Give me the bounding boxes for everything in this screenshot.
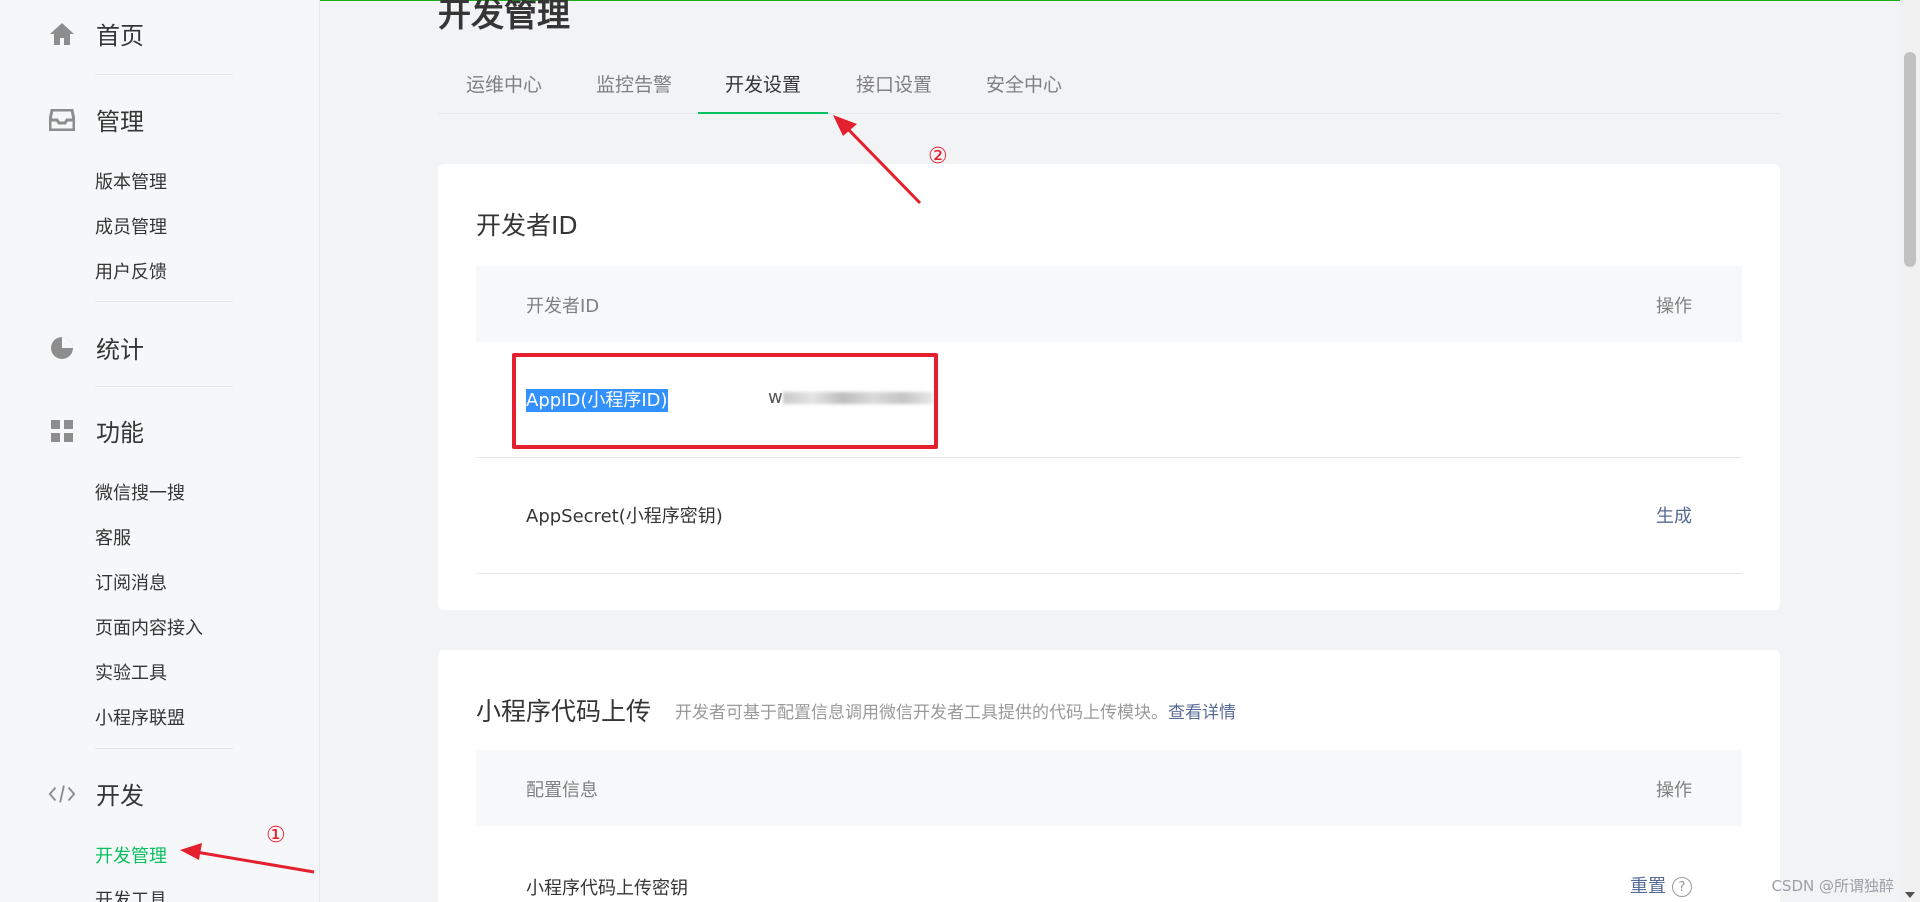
annotation-box — [512, 353, 938, 449]
column-header: 操作 — [1656, 296, 1692, 317]
card-title: 小程序代码上传 — [476, 697, 652, 726]
pie-chart-icon — [48, 334, 76, 362]
column-header: 操作 — [1656, 780, 1692, 801]
home-icon — [48, 20, 76, 48]
grid-icon — [48, 417, 76, 445]
description-text: 开发者可基于配置信息调用微信开发者工具提供的代码上传模块。 — [675, 703, 1168, 723]
tab-dev-settings[interactable]: 开发设置 — [698, 67, 828, 114]
reset-action: 重置? — [1630, 872, 1692, 898]
view-details-link[interactable]: 查看详情 — [1168, 703, 1236, 723]
inbox-icon — [48, 106, 76, 134]
annotation-number-one: ① — [266, 823, 286, 848]
vertical-scrollbar[interactable] — [1900, 0, 1920, 902]
sidebar-item-label: 开发 — [96, 782, 144, 810]
sidebar-item-version[interactable]: 版本管理 — [95, 168, 167, 194]
sidebar-item-wechat-search[interactable]: 微信搜一搜 — [95, 479, 185, 505]
page-title: 开发管理 — [438, 0, 570, 34]
sidebar-item-subscribe-messages[interactable]: 订阅消息 — [95, 569, 167, 595]
sidebar-item-label: 统计 — [96, 336, 144, 364]
sidebar-item-dev-manage[interactable]: 开发管理 — [95, 842, 167, 868]
sidebar-item-label: 管理 — [96, 108, 144, 136]
arrow-two-head — [833, 115, 857, 136]
table-row: AppSecret(小程序密钥) 生成 — [476, 458, 1742, 574]
sidebar-item-customer-service[interactable]: 客服 — [95, 524, 131, 550]
generate-link[interactable]: 生成 — [1656, 502, 1692, 528]
code-upload-card: 小程序代码上传 开发者可基于配置信息调用微信开发者工具提供的代码上传模块。查看详… — [438, 650, 1780, 902]
watermark: CSDN @所谓独醉 — [1771, 877, 1894, 895]
table-header: 开发者ID 操作 — [476, 266, 1742, 342]
sidebar-item-label: 首页 — [96, 22, 144, 50]
sidebar-item-home[interactable]: 首页 — [48, 16, 144, 51]
column-header: 配置信息 — [526, 780, 598, 801]
sidebar-item-manage[interactable]: 管理 — [48, 102, 144, 137]
sidebar-item-page-content[interactable]: 页面内容接入 — [95, 614, 203, 640]
sidebar-item-label: 功能 — [96, 419, 144, 447]
sidebar-item-members[interactable]: 成员管理 — [95, 213, 167, 239]
annotation-number-two: ② — [928, 144, 948, 169]
tab-bar: 运维中心 监控告警 开发设置 接口设置 安全中心 — [438, 67, 1780, 114]
divider — [95, 386, 233, 387]
divider — [95, 748, 233, 749]
code-icon — [48, 780, 76, 808]
table-header: 配置信息 操作 — [476, 750, 1742, 826]
scroll-down-arrow-icon[interactable] — [1905, 892, 1915, 898]
upload-key-label: 小程序代码上传密钥 — [526, 878, 688, 899]
tab-api-settings[interactable]: 接口设置 — [852, 67, 936, 114]
card-title: 开发者ID — [476, 211, 578, 240]
tab-monitoring[interactable]: 监控告警 — [592, 67, 676, 114]
help-icon[interactable]: ? — [1672, 877, 1692, 897]
tab-ops-center[interactable]: 运维中心 — [462, 67, 546, 114]
appsecret-label: AppSecret(小程序密钥) — [526, 506, 723, 527]
sidebar-item-dev-tools[interactable]: 开发工具 — [95, 886, 167, 902]
table-row: 小程序代码上传密钥 重置? — [476, 826, 1742, 902]
sidebar-item-feedback[interactable]: 用户反馈 — [95, 258, 167, 284]
sidebar: 首页 管理 版本管理 成员管理 用户反馈 统计 功能 微信搜一搜 客服 订阅消息… — [0, 0, 320, 902]
tab-security-center[interactable]: 安全中心 — [982, 67, 1066, 114]
scrollbar-thumb[interactable] — [1904, 52, 1916, 267]
card-description: 开发者可基于配置信息调用微信开发者工具提供的代码上传模块。查看详情 — [675, 698, 1236, 723]
sidebar-item-alliance[interactable]: 小程序联盟 — [95, 704, 185, 730]
sidebar-item-features[interactable]: 功能 — [48, 413, 144, 448]
divider — [95, 301, 233, 302]
sidebar-item-experiment-tools[interactable]: 实验工具 — [95, 659, 167, 685]
column-header: 开发者ID — [526, 296, 600, 317]
sidebar-item-dev[interactable]: 开发 — [48, 776, 144, 811]
reset-link[interactable]: 重置 — [1630, 876, 1666, 897]
divider — [95, 74, 233, 75]
sidebar-item-stats[interactable]: 统计 — [48, 330, 144, 365]
